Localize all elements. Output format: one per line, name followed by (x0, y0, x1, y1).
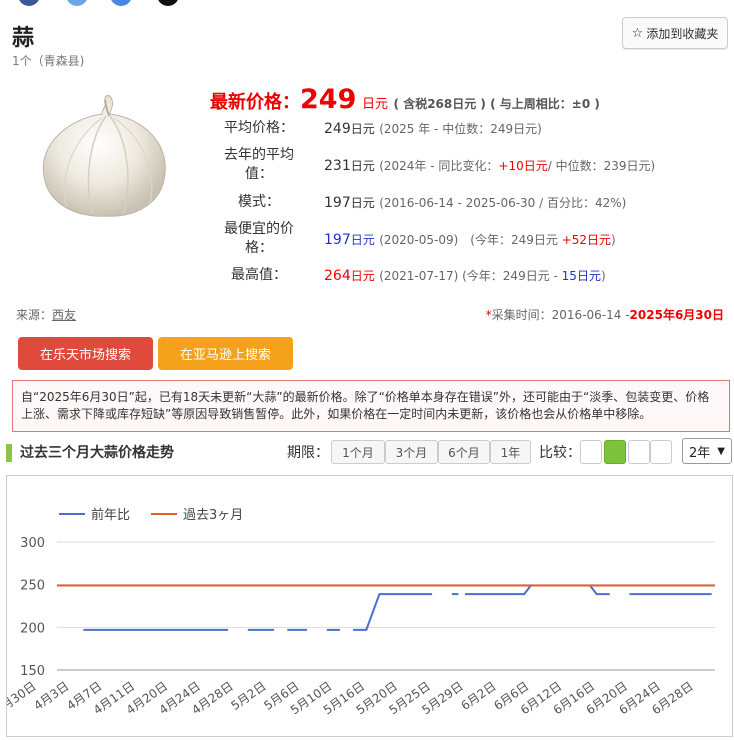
average-price-unit: 日元 (350, 122, 375, 136)
yoy-change: +10日元 (498, 158, 548, 173)
period-1-year-button[interactable]: 1年 (490, 440, 531, 464)
last-year-average-label: 去年的平均值： (224, 147, 294, 182)
mode-note: (2016-06-14 - 2025-06-30 / 百分比：42%) (379, 196, 627, 210)
latest-price-label: 最新价格： (210, 92, 300, 113)
average-price-note: (2025 年 - 中位数：249日元) (379, 122, 542, 136)
highest-price-note: (2021-07-17) (今年：249日元 - 15日元) (379, 269, 606, 283)
mode-value: 197 (324, 195, 351, 211)
mode-row: 模式： 197日元 (2016-06-14 - 2025-06-30 / 百分比… (214, 193, 714, 212)
cheapest-price-note: (2020-05-09) (今年：249日元 +52日元) (379, 232, 616, 247)
cheapest-diff: +52日元 (561, 232, 612, 247)
facebook-icon[interactable] (18, 0, 40, 6)
last-year-average-unit: 日元 (350, 158, 375, 173)
legend-label: 前年比 (91, 507, 130, 523)
add-favorite-label: 添加到收藏夹 (646, 26, 719, 41)
series-line (353, 593, 433, 631)
collection-end: 2025年6月30日 (629, 308, 724, 322)
rakuten-search-button[interactable]: 在乐天市场搜索 (18, 337, 153, 370)
range-select[interactable]: 2年 ▼ (682, 438, 732, 464)
price-trend-chart: 150 200 250 300 3月30日 4月3日 4月7日 4月11日 4月20日 4月24日… (0, 475, 733, 737)
last-year-average-value: 231 (324, 157, 351, 174)
compare-option-1[interactable] (580, 440, 602, 464)
add-favorite-button[interactable]: ☆ 添加到收藏夹 (622, 17, 728, 49)
highest-price-value: 264 (324, 268, 351, 284)
highest-price-row: 最高值： 264日元 (2021-07-17) (今年：249日元 - 15日元… (214, 266, 714, 285)
range-select-value: 2年 (689, 445, 711, 461)
cheapest-price-row: 最便宜的价格： 197日元 (2020-05-09) (今年：249日元 +52… (214, 220, 714, 258)
highest-diff: 15日元 (561, 269, 601, 283)
source-link[interactable]: 西友 (52, 308, 76, 322)
y-tick-label: 250 (20, 579, 45, 594)
last-year-average-note: (2024年 - 同比变化：+10日元/ 中位数：239日元) (379, 158, 656, 173)
period-label: 期限： (287, 445, 329, 461)
cheapest-price-label: 最便宜的价格： (224, 221, 294, 256)
latest-price-extra: ( 含税268日元 ) ( 与上周相比：±0 ) (393, 97, 600, 111)
mode-unit: 日元 (350, 196, 375, 210)
amazon-search-button[interactable]: 在亚马逊上搜索 (158, 337, 293, 370)
compare-label: 比较： (539, 445, 581, 461)
period-3-month-button[interactable]: 3个月 (385, 440, 438, 464)
last-year-average-row: 去年的平均值： 231日元 (2024年 - 同比变化：+10日元/ 中位数：2… (214, 146, 714, 184)
highest-price-unit: 日元 (350, 269, 375, 283)
share-icon[interactable] (110, 0, 132, 6)
compare-option-2[interactable] (604, 440, 626, 464)
average-price-value: 249 (324, 121, 351, 137)
trend-section-title: 过去三个月大蒜价格走势 (6, 444, 174, 462)
source-label: 来源： (16, 308, 53, 322)
x-tick-label: 3月30日 (7, 679, 39, 717)
y-tick-label: 300 (20, 536, 45, 551)
legend-label: 過去3ヶ月 (183, 508, 243, 523)
highest-price-label: 最高值： (231, 267, 287, 283)
product-title: 蒜 (12, 26, 35, 51)
average-price-label: 平均价格： (224, 120, 294, 136)
series-line (465, 584, 610, 596)
compare-option-4[interactable] (650, 440, 672, 464)
chevron-down-icon: ▼ (717, 445, 725, 457)
product-subtitle: 1个（青森县) (12, 54, 85, 68)
x-tick-label: 6月2日 (458, 679, 498, 713)
y-tick-label: 200 (20, 621, 45, 636)
compare-option-3[interactable] (628, 440, 650, 464)
y-tick-label: 150 (20, 664, 45, 679)
x-tick-label: 4月3日 (31, 679, 71, 713)
x-icon[interactable] (157, 0, 179, 6)
average-price-row: 平均价格： 249日元 (2025 年 - 中位数：249日元) (214, 119, 714, 138)
latest-price-value: 249 (300, 84, 357, 115)
stale-price-notice: 自“2025年6月30日”起，已有18天未更新“大蒜”的最新价格。除了“价格单本… (12, 380, 730, 432)
source: 来源：西友 (16, 306, 76, 323)
latest-price-unit: 日元 (361, 97, 388, 112)
mode-label: 模式： (238, 194, 280, 210)
x-tick-label: 5月2日 (228, 679, 268, 713)
latest-price: 最新价格：249 日元 ( 含税268日元 ) ( 与上周相比：±0 ) (210, 84, 600, 115)
collection-period: *采集时间：2016-06-14 -2025年6月30日 (486, 306, 724, 323)
cheapest-price-value: 197 (324, 231, 351, 248)
period-6-month-button[interactable]: 6个月 (438, 440, 490, 464)
period-1-month-button[interactable]: 1个月 (331, 440, 385, 464)
garlic-image (42, 95, 166, 217)
collection-label: 采集时间：2016-06-14 - (491, 308, 630, 322)
price-trend-svg: 1502002503003月30日4月3日4月7日4月11日4月20日4月24日… (0, 507, 715, 717)
twitter-icon[interactable] (66, 0, 88, 6)
star-icon: ☆ (631, 25, 644, 41)
cheapest-price-unit: 日元 (350, 232, 375, 247)
